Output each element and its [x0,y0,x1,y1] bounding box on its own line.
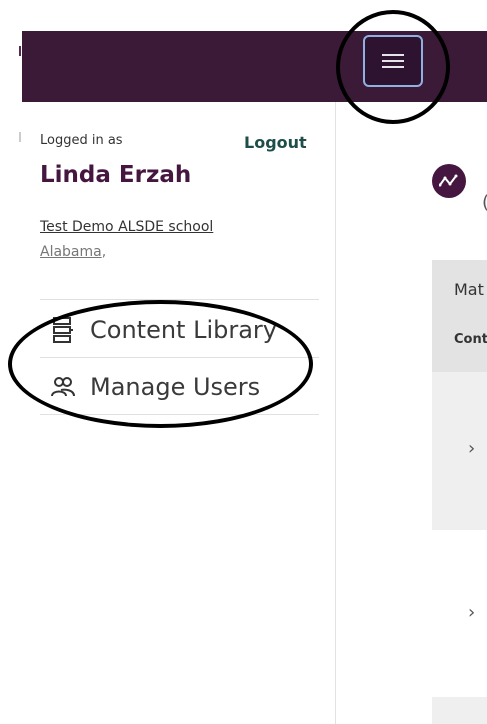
side-drawer: Logged in as Logout Linda Erzah Test Dem… [22,102,336,724]
users-icon [50,374,76,400]
logged-in-label: Logged in as [40,133,123,148]
state-suffix: , [101,244,107,260]
menu-icon [382,50,404,72]
nav-item-label: Content Library [90,316,277,344]
divider [40,299,319,300]
state-link[interactable]: Alabama [40,244,102,260]
table-row[interactable] [432,697,487,724]
state-line: Alabama, [40,244,106,260]
title-fragment: ( [482,192,487,213]
table-row[interactable]: › [432,372,487,530]
menu-button[interactable] [363,35,423,87]
table-header-column: Cont [454,332,487,347]
divider [40,357,319,358]
table-header: Mat Cont [432,260,487,372]
chart-icon [432,164,466,198]
nav-item-content-library[interactable]: Content Library [50,310,277,350]
edge-mark [19,46,21,56]
table-row[interactable]: › [432,545,487,685]
user-name: Linda Erzah [40,162,192,188]
logout-link[interactable]: Logout [244,133,307,152]
content-library-icon [50,317,76,343]
nav-item-manage-users[interactable]: Manage Users [50,367,260,407]
table-header-title: Mat [454,280,484,299]
nav-item-label: Manage Users [90,373,261,401]
edge-mark [19,132,21,142]
school-link[interactable]: Test Demo ALSDE school [40,219,213,235]
divider [40,414,319,415]
left-edge [0,0,22,724]
chevron-right-icon[interactable]: › [468,438,475,459]
chevron-right-icon[interactable]: › [468,602,475,623]
